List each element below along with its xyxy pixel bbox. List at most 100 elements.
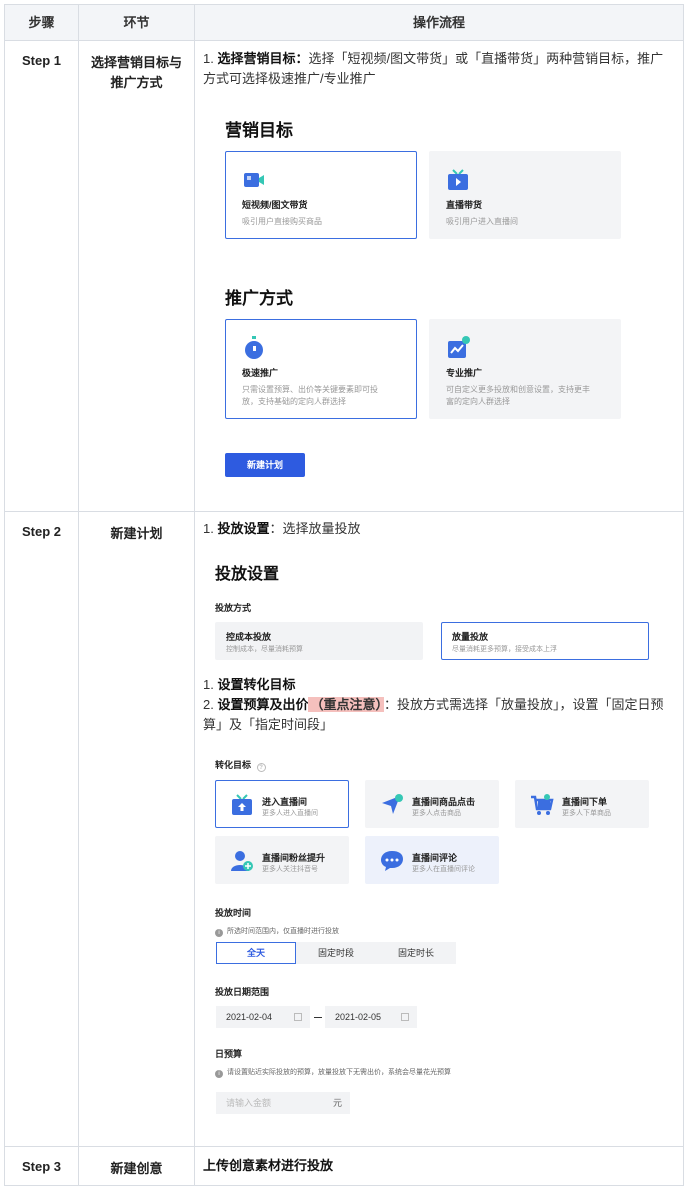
list-number: 1. [203, 521, 214, 536]
trend-chart-icon [448, 336, 470, 358]
goal-desc: 更多人进入直播间 [262, 810, 318, 817]
promotion-mode-title: 推广方式 [225, 289, 293, 308]
calendar-icon [401, 1013, 409, 1021]
card-title: 专业推广 [446, 368, 483, 378]
step-label: Step 2 [5, 512, 79, 1146]
click-arrow-icon [382, 794, 403, 814]
stage-label: 新建计划 [79, 512, 195, 1146]
option-title: 控成本投放 [226, 632, 272, 642]
mode-card-pro[interactable]: 专业推广 可自定义更多投放和创意设置，支持更丰富的定向人群选择 [429, 319, 621, 419]
table-row-step2: Step 2 新建计划 1. 投放设置：选择放量投放 投放设置 投放方式 控成本… [5, 512, 683, 1147]
date-start-value: 2021-02-04 [226, 1012, 273, 1022]
list-item: 1. 选择营销目标：选择「短视频/图文带货」或「直播带货」两种营销目标，推广方式… [203, 49, 669, 89]
stopwatch-icon [245, 336, 263, 359]
method-label: 投放方式 [215, 603, 252, 613]
option-desc: 尽量消耗更多预算，接受成本上浮 [452, 646, 557, 653]
mode-card-fast[interactable]: 极速推广 只需设置预算、出价等关键要素即可投放，支持基础的定向人群选择 [225, 319, 417, 419]
time-label: 投放时间 [215, 908, 252, 918]
time-option-all-day[interactable]: 全天 [216, 942, 296, 964]
step-label: Step 1 [5, 41, 79, 511]
table-row-step1: Step 1 选择营销目标与推广方式 1. 选择营销目标：选择「短视频/图文带货… [5, 41, 683, 512]
card-desc: 吸引用户直接购买商品 [242, 217, 322, 226]
stage-label: 选择营销目标与推广方式 [79, 41, 195, 511]
highlight-note: （重点注意） [308, 697, 384, 712]
goal-title: 直播间下单 [562, 797, 608, 807]
info-icon: i [215, 1070, 223, 1078]
option-desc: 控制成本，尽量消耗预算 [226, 646, 303, 653]
help-icon[interactable]: ? [256, 763, 266, 772]
budget-label: 日预算 [215, 1049, 243, 1059]
header-stage: 环节 [79, 5, 195, 40]
list-number: 1. [203, 51, 214, 66]
budget-note: i 请设置贴近实际投放的预算，放量投放下无需出价，系统会尽量花光预算 [215, 1067, 451, 1078]
list-text: ：选择放量投放 [269, 521, 361, 536]
date-end-input[interactable]: 2021-02-05 [325, 1006, 417, 1028]
card-desc: 吸引用户进入直播间 [446, 217, 518, 226]
list-number: 1. [203, 677, 214, 692]
list-item: 2. 设置预算及出价 （重点注意） ：投放方式需选择「放量投放」，设置「固定日预算」… [203, 695, 669, 735]
enter-live-icon [232, 794, 252, 815]
tv-live-icon [448, 169, 468, 190]
time-note: i 所选时间范围内，仅直播时进行投放 [215, 926, 339, 937]
method-cost-control[interactable]: 控成本投放 控制成本，尽量消耗预算 [215, 622, 423, 660]
goal-desc: 更多人下单商品 [562, 810, 611, 817]
list-bold-text: 设置预算及出价 [217, 697, 309, 712]
goal-card-live[interactable]: 直播带货 吸引用户进入直播间 [429, 151, 621, 239]
goal-enter-live[interactable]: 进入直播间 更多人进入直播间 [215, 780, 349, 828]
date-end-value: 2021-02-05 [335, 1012, 382, 1022]
stage-label: 新建创意 [79, 1147, 195, 1185]
step3-text: 上传创意素材进行投放 [203, 1158, 334, 1173]
comment-icon [381, 851, 403, 871]
goal-card-short-video[interactable]: 短视频/图文带货 吸引用户直接购买商品 [225, 151, 417, 239]
marketing-goal-title: 营销目标 [225, 121, 293, 140]
date-start-input[interactable]: 2021-02-04 [216, 1006, 310, 1028]
new-plan-button[interactable]: 新建计划 [225, 453, 305, 477]
budget-note-text: 请设置贴近实际投放的预算，放量投放下无需出价，系统会尽量花光预算 [227, 1069, 451, 1076]
goal-title: 直播间粉丝提升 [262, 853, 326, 863]
settings-title: 投放设置 [215, 566, 280, 583]
conversion-label-text: 转化目标 [215, 760, 252, 770]
card-title: 极速推广 [242, 368, 279, 378]
goal-title: 进入直播间 [262, 797, 308, 807]
goal-comment[interactable]: 直播间评论 更多人在直播间评论 [365, 836, 499, 884]
card-title: 直播带货 [446, 200, 483, 210]
list-bold-text: 投放设置 [217, 521, 270, 536]
time-note-text: 所选时间范围内，仅直播时进行投放 [227, 928, 339, 935]
card-desc: 可自定义更多投放和创意设置，支持更丰富的定向人群选择 [446, 385, 590, 406]
process-cell: 上传创意素材进行投放 [195, 1147, 683, 1185]
table-header-row: 步骤 环节 操作流程 [5, 5, 683, 41]
goal-desc: 更多人在直播间评论 [412, 866, 475, 873]
list-item: 1. 投放设置：选择放量投放 [203, 519, 669, 539]
time-option-fixed-period[interactable]: 固定时段 [296, 942, 376, 964]
date-range-label: 投放日期范围 [215, 987, 270, 997]
list-bold-text: 选择营销目标： [217, 51, 309, 66]
card-desc: 只需设置预算、出价等关键要素即可投放，支持基础的定向人群选择 [242, 385, 378, 406]
goal-order[interactable]: 直播间下单 更多人下单商品 [515, 780, 649, 828]
process-cell: 1. 选择营销目标：选择「短视频/图文带货」或「直播带货」两种营销目标，推广方式… [195, 41, 683, 511]
goal-desc: 更多人关注抖音号 [262, 866, 318, 873]
step-label: Step 3 [5, 1147, 79, 1185]
header-process: 操作流程 [412, 15, 465, 30]
option-title: 放量投放 [452, 632, 489, 642]
list-bold-text: 设置转化目标 [217, 677, 296, 692]
table-row-step3: Step 3 新建创意 上传创意素材进行投放 [5, 1147, 683, 1185]
list-item: 1. 设置转化目标 [203, 675, 669, 695]
method-volume[interactable]: 放量投放 尽量消耗更多预算，接受成本上浮 [441, 622, 649, 660]
info-icon: i [215, 929, 223, 937]
goal-desc: 更多人点击商品 [412, 810, 461, 817]
budget-input[interactable]: 请输入金额 元 [216, 1092, 350, 1114]
time-option-fixed-duration[interactable]: 固定时长 [376, 942, 456, 964]
card-title: 短视频/图文带货 [242, 200, 308, 210]
goal-title: 直播间评论 [412, 853, 458, 863]
video-icon [244, 173, 264, 187]
cart-icon [531, 794, 554, 815]
process-cell: 1. 投放设置：选择放量投放 投放设置 投放方式 控成本投放 控制成本，尽量消耗… [195, 512, 683, 1146]
list-number: 2. [203, 697, 214, 712]
conversion-label: 转化目标 ? [215, 758, 266, 772]
add-fan-icon [231, 851, 253, 871]
goal-fans[interactable]: 直播间粉丝提升 更多人关注抖音号 [215, 836, 349, 884]
goal-title: 直播间商品点击 [412, 797, 476, 807]
range-dash [314, 1017, 322, 1018]
process-table: 步骤 环节 操作流程 Step 1 选择营销目标与推广方式 1. 选择营销目标：… [4, 4, 684, 1186]
goal-product-click[interactable]: 直播间商品点击 更多人点击商品 [365, 780, 499, 828]
